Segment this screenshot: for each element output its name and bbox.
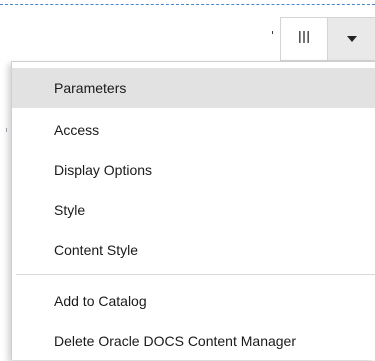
options-menu: Parameters Access Display Options Style … — [11, 61, 375, 360]
menu-item-parameters[interactable]: Parameters — [12, 68, 375, 108]
menu-item-label: Add to Catalog — [54, 293, 147, 309]
menu-item-style[interactable]: Style — [12, 190, 375, 230]
menu-item-add-to-catalog[interactable]: Add to Catalog — [12, 281, 375, 321]
columns-icon — [297, 30, 311, 49]
menu-item-label: Style — [54, 202, 86, 218]
options-dropdown-button[interactable] — [328, 18, 375, 60]
menu-item-delete[interactable]: Delete Oracle DOCS Content Manager — [12, 321, 375, 361]
menu-item-label: Delete Oracle DOCS Content Manager — [54, 333, 296, 349]
caret-down-icon — [346, 30, 358, 48]
menu-item-display-options[interactable]: Display Options — [12, 150, 375, 190]
columns-button[interactable] — [281, 18, 328, 60]
dashed-region-border — [0, 4, 375, 5]
decorative-tick — [272, 31, 273, 34]
menu-item-label: Content Style — [54, 242, 139, 258]
menu-item-access[interactable]: Access — [12, 110, 375, 150]
menu-item-label: Display Options — [54, 162, 153, 178]
decorative-tick — [6, 128, 7, 132]
view-toolbar — [280, 17, 375, 61]
menu-separator — [16, 274, 375, 275]
menu-item-content-style[interactable]: Content Style — [12, 230, 375, 270]
menu-item-label: Access — [54, 122, 100, 138]
menu-item-label: Parameters — [54, 80, 127, 96]
